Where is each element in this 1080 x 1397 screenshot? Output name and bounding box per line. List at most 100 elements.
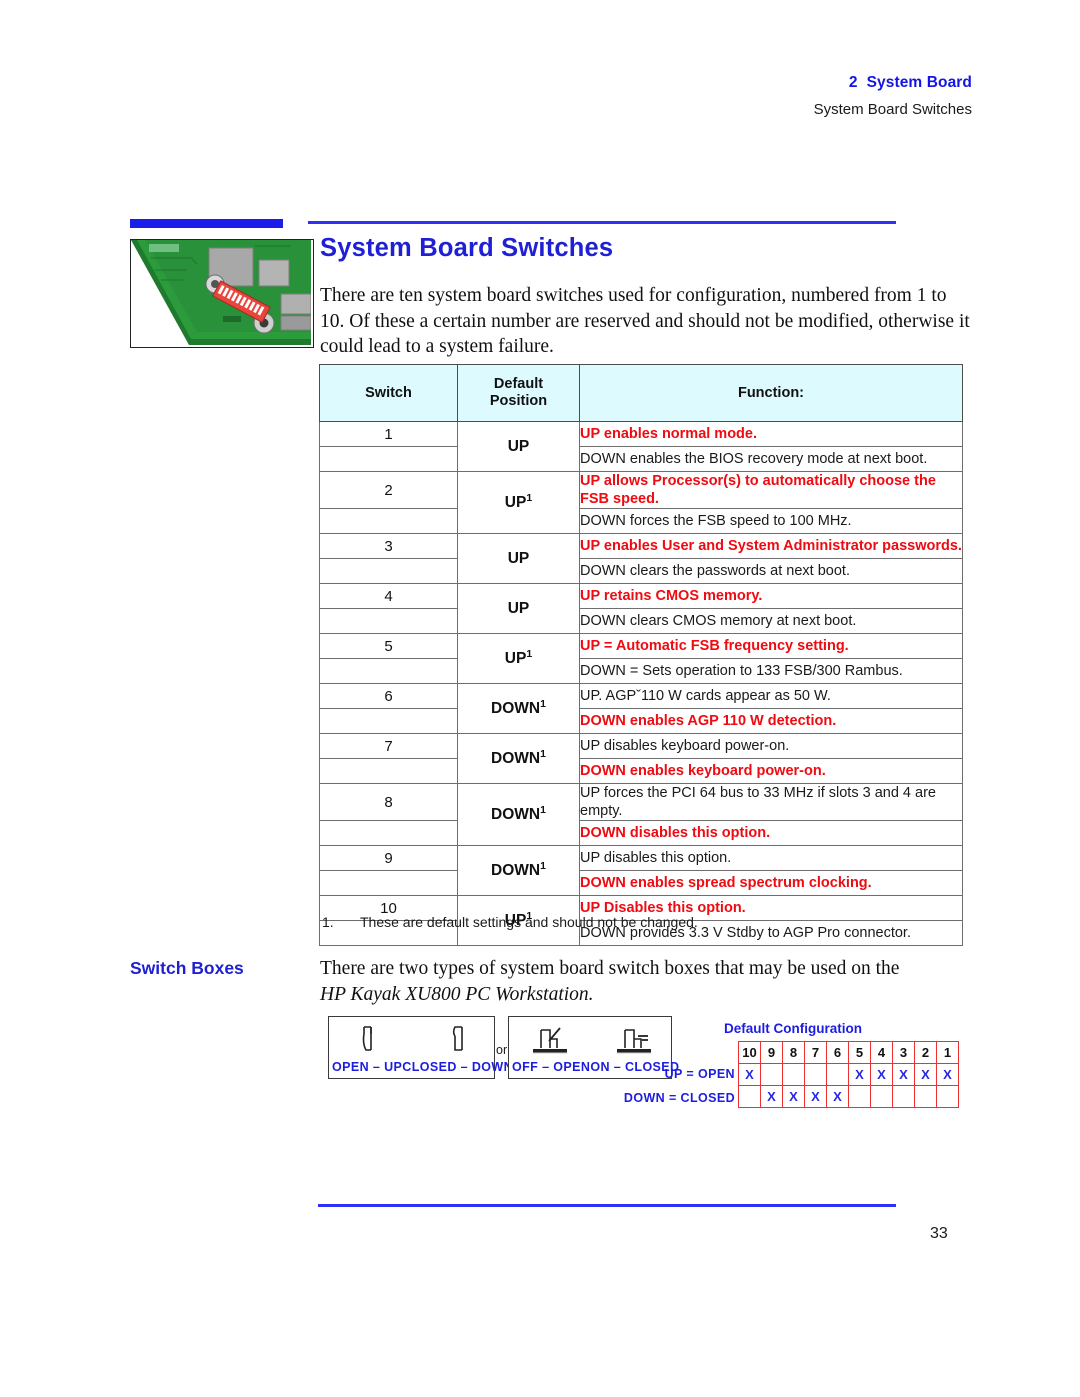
config-header-row: 10 9 8 7 6 5 4 3 2 1 [738, 1041, 959, 1064]
function-cell-primary: UP forces the PCI 64 bus to 33 MHz if sl… [579, 783, 963, 821]
config-switch-number-cell: 4 [870, 1041, 893, 1064]
column-header-switch: Switch [319, 364, 458, 422]
page-title: System Board Switches [320, 234, 614, 262]
table-row: 2 UP1 UP allows Processor(s) to automatica… [319, 471, 963, 534]
table-row: 1 UP UP enables normal mode. [319, 421, 963, 472]
slider-switch-open-icon [362, 1026, 372, 1051]
default-position-footnote-mark: 1 [540, 748, 546, 761]
switch-number-cell: 4 [319, 583, 458, 609]
table-row: 6 DOWN1 UP. AGPˇ110 W cards appear as 50 W… [319, 683, 963, 734]
table-row: DOWN clears CMOS memory at next boot. [319, 608, 963, 634]
switch-number-cell: 3 [319, 533, 458, 559]
document-page: 2 System Board System Board Switches Sys… [0, 0, 1080, 1397]
switch-box-b-off-open-label: OFF – OPEN [512, 1060, 591, 1074]
config-switch-number-cell: 1 [936, 1041, 959, 1064]
chapter-title: System Board [866, 74, 972, 91]
default-position-cell: DOWN1 [457, 733, 580, 784]
table-footnote: 1. These are default settings and should … [322, 914, 698, 930]
config-mark-cell: X [848, 1063, 871, 1086]
function-cell-secondary: DOWN enables AGP 110 W detection. [579, 708, 963, 734]
default-configuration-table: 10 9 8 7 6 5 4 3 2 1 X X X X X X X X X X [738, 1041, 959, 1108]
system-board-switches-table: Switch Default Position Function: 1 UP UP … [319, 364, 963, 946]
config-mark-cell: X [760, 1085, 783, 1108]
switch-number-cell-continued [319, 758, 458, 784]
switch-box-or-label: or [496, 1043, 508, 1057]
function-cell-primary: UP = Automatic FSB frequency setting. [579, 633, 963, 659]
default-position-line2: Position [489, 393, 548, 409]
config-switch-number-cell: 5 [848, 1041, 871, 1064]
chapter-number: 2 [848, 74, 858, 91]
table-row: 7 DOWN1 UP disables keyboard power-on. [319, 733, 963, 784]
config-switch-number-cell: 3 [892, 1041, 915, 1064]
config-down-row: XXXX [738, 1085, 959, 1108]
table-row: DOWN enables keyboard power-on. [319, 758, 963, 784]
pcb-photo-illustration [131, 240, 311, 345]
default-position-cell: UP1 [457, 471, 580, 534]
table-row: DOWN = Sets operation to 133 FSB/300 Ram… [319, 658, 963, 684]
default-position-footnote-mark: 1 [526, 648, 533, 661]
default-position-footnote-mark: 1 [540, 860, 546, 873]
default-position-value: DOWN [491, 862, 541, 880]
config-mark-cell: X [936, 1063, 959, 1086]
config-mark-cell [936, 1085, 959, 1108]
switch-number-cell-continued [319, 508, 458, 534]
switch-boxes-paragraph-line2: HP Kayak XU800 PC Workstation. [320, 983, 594, 1005]
switch-boxes-paragraph-line1: There are two types of system board swit… [320, 958, 900, 979]
default-position-value: UP [507, 599, 530, 617]
running-header-section: System Board Switches [813, 101, 972, 118]
switch-number-cell-continued [319, 608, 458, 634]
default-position-value: DOWN [491, 750, 541, 768]
function-cell-secondary: DOWN forces the FSB speed to 100 MHz. [579, 508, 963, 534]
default-position-value: UP [504, 650, 527, 668]
table-row: 8 DOWN1 UP forces the PCI 64 bus to 33 MHz… [319, 783, 963, 846]
config-mark-cell: X [870, 1063, 893, 1086]
config-switch-number-cell: 10 [738, 1041, 761, 1064]
function-cell-primary: UP disables this option. [579, 845, 963, 871]
config-mark-cell [738, 1085, 761, 1108]
switch-number-cell: 1 [319, 421, 458, 447]
default-position-footnote-mark: 1 [540, 804, 546, 817]
config-mark-cell: X [782, 1085, 805, 1108]
footnote-text: These are default settings and should no… [360, 914, 698, 930]
heading-rule-thick [130, 219, 283, 228]
config-mark-cell [848, 1085, 871, 1108]
config-mark-cell [760, 1063, 783, 1086]
config-mark-cell [826, 1063, 849, 1086]
switch-number-cell-continued [319, 558, 458, 584]
function-cell-secondary: DOWN enables the BIOS recovery mode at n… [579, 446, 963, 472]
config-switch-number-cell: 8 [782, 1041, 805, 1064]
config-mark-cell [804, 1063, 827, 1086]
column-header-function: Function: [579, 364, 963, 422]
function-cell-secondary: DOWN = Sets operation to 133 FSB/300 Ram… [579, 658, 963, 684]
table-row: 5 UP1 UP = Automatic FSB frequency setting… [319, 633, 963, 684]
switch-number-cell-continued [319, 708, 458, 734]
default-position-value: DOWN [491, 806, 541, 824]
switch-box-type-a: OPEN – UP CLOSED – DOWN [328, 1016, 513, 1079]
default-configuration-body: 10 9 8 7 6 5 4 3 2 1 X X X X X X X X X X [738, 1041, 959, 1108]
config-mark-cell: X [826, 1085, 849, 1108]
slider-switch-closed-icon [452, 1026, 463, 1051]
table-row: DOWN disables this option. [319, 820, 963, 846]
function-cell-secondary: DOWN disables this option. [579, 820, 963, 846]
table-row: DOWN enables the BIOS recovery mode at n… [319, 446, 963, 472]
switch-number-cell: 6 [319, 683, 458, 709]
switch-box-a-open-up: OPEN – UP [332, 1025, 402, 1074]
table-row: DOWN enables AGP 110 W detection. [319, 708, 963, 734]
section-heading-switch-boxes: Switch Boxes [130, 958, 244, 978]
function-cell-primary: UP allows Processor(s) to automatically … [579, 471, 963, 509]
switch-box-a-open-up-label: OPEN – UP [332, 1060, 403, 1074]
function-cell-secondary: DOWN clears the passwords at next boot. [579, 558, 963, 584]
table-row: DOWN enables spread spectrum clocking. [319, 870, 963, 896]
page-number: 33 [930, 1225, 948, 1242]
running-header-chapter: 2 System Board [814, 74, 972, 92]
default-position-value: UP [507, 437, 530, 455]
config-switch-number-cell: 6 [826, 1041, 849, 1064]
table-header-row: Switch Default Position Function: [319, 364, 963, 422]
default-position-cell: UP [457, 421, 580, 472]
table-body: 1 UP UP enables normal mode. DOWN enables … [319, 421, 963, 946]
function-cell-primary: UP. AGPˇ110 W cards appear as 50 W. [579, 683, 963, 709]
function-cell-secondary: DOWN clears CMOS memory at next boot. [579, 608, 963, 634]
table-row: 4 UP UP retains CMOS memory. [319, 583, 963, 634]
system-board-thumbnail-image [130, 239, 314, 348]
config-mark-cell: X [738, 1063, 761, 1086]
